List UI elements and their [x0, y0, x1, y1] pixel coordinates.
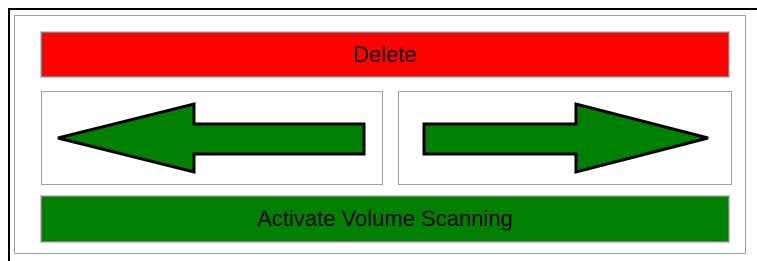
delete-button-label: Delete [353, 41, 417, 67]
activate-volume-scanning-button[interactable]: Activate Volume Scanning [40, 195, 730, 243]
right-arrow-button[interactable] [398, 91, 732, 185]
control-panel-frame: Delete Activate Volume Scanning [14, 15, 746, 254]
arrow-right-icon [422, 102, 709, 174]
control-panel: Delete Activate Volume Scanning [8, 8, 757, 261]
activate-button-label: Activate Volume Scanning [257, 206, 513, 231]
delete-button[interactable]: Delete [40, 31, 730, 78]
arrow-left-icon [57, 102, 366, 174]
left-arrow-button[interactable] [41, 91, 383, 185]
